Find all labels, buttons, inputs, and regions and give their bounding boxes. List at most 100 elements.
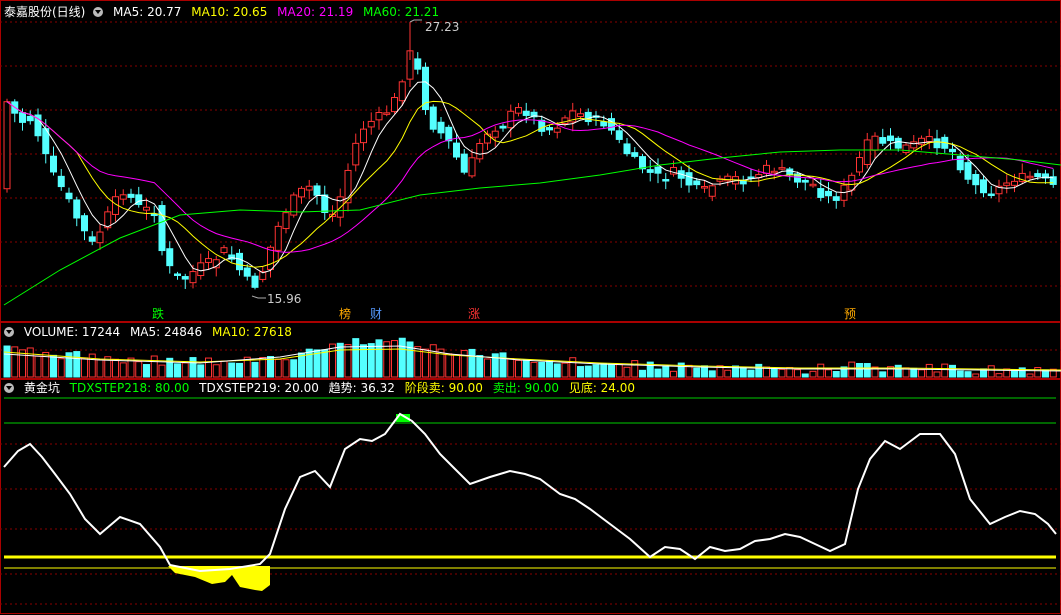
volume-bar: [987, 365, 995, 378]
volume-bar: [949, 364, 956, 378]
candle-body: [832, 196, 840, 201]
volume-bar: [670, 370, 677, 378]
volume-bar: [81, 357, 88, 378]
volume-bar: [251, 361, 259, 378]
volume-bar: [398, 337, 406, 378]
candle-body: [96, 231, 104, 244]
candle-body: [360, 128, 367, 144]
candlestick-chart[interactable]: [0, 0, 1061, 322]
indicator-panel[interactable]: 黄金坑 TDXSTEP218: 80.00 TDXSTEP219: 20.00 …: [0, 379, 1061, 615]
kline-panel[interactable]: 泰嘉股份(日线) MA5: 20.77 MA10: 20.65 MA20: 21…: [0, 0, 1061, 322]
candle-body: [476, 142, 484, 160]
volume-bar: [336, 342, 344, 378]
candle-body: [251, 275, 259, 288]
candle-body: [933, 138, 941, 149]
indicator-name: 黄金坑: [23, 381, 60, 395]
volume-bar: [158, 364, 166, 378]
candle-body: [398, 81, 406, 102]
candle-body: [708, 185, 716, 197]
volume-bar: [290, 359, 298, 378]
candle-body: [26, 115, 34, 122]
chevron-down-icon[interactable]: [4, 327, 14, 337]
volume-bar: [484, 358, 491, 378]
volume-bar: [429, 344, 437, 378]
volume-bar: [918, 369, 925, 378]
ma10-label: MA10: 20.65: [191, 5, 268, 19]
candle-body: [825, 190, 832, 197]
candle-body: [305, 185, 313, 191]
candle-body: [189, 271, 197, 284]
candle-body: [863, 139, 871, 165]
volume-bar: [205, 357, 212, 378]
candle-body: [88, 236, 96, 242]
candle-body: [236, 252, 243, 271]
candle-body: [894, 137, 902, 149]
volume-bar: [639, 369, 646, 378]
volume-panel[interactable]: VOLUME: 17244 MA5: 24846 MA10: 27618: [0, 322, 1061, 379]
volume-bar: [282, 359, 290, 378]
indicator-chart[interactable]: [0, 379, 1061, 615]
candle-body: [383, 112, 391, 115]
candle-body: [956, 155, 964, 171]
chevron-down-icon[interactable]: [4, 383, 14, 393]
candle-body: [73, 199, 81, 219]
candle-body: [662, 179, 670, 182]
candle-body: [143, 206, 150, 211]
volume-bar: [615, 363, 623, 378]
candle-body: [693, 180, 701, 186]
volume-bar: [50, 354, 57, 378]
candle-body: [639, 156, 646, 170]
candle-body: [166, 248, 174, 267]
volume-bar: [623, 366, 631, 378]
volume-bar: [794, 369, 801, 378]
volume-bar: [933, 371, 941, 378]
sell-label: 卖出: 90.00: [492, 381, 559, 395]
candle-body: [313, 185, 321, 196]
candle-body: [220, 247, 228, 254]
candle-body: [615, 130, 623, 140]
candle-body: [50, 155, 57, 173]
tdxstep219-label: TDXSTEP219: 20.00: [199, 381, 319, 395]
volume-bar: [1011, 369, 1018, 378]
candle-body: [445, 126, 453, 142]
volume-bar: [708, 370, 716, 378]
volume-bar: [143, 364, 150, 378]
candle-body: [499, 125, 507, 129]
candle-body: [197, 262, 205, 277]
volume-bar: [499, 352, 507, 378]
volume-bar: [73, 351, 81, 378]
volume-bar: [305, 348, 313, 378]
chevron-down-icon[interactable]: [93, 7, 104, 17]
candle-body: [321, 194, 329, 213]
signal-die: 跌: [152, 307, 165, 321]
volume-bar: [88, 353, 96, 378]
volume-bar: [220, 360, 228, 378]
volume-bar: [546, 360, 553, 378]
kline-header: 泰嘉股份(日线) MA5: 20.77 MA10: 20.65 MA20: 21…: [0, 3, 445, 21]
candle-body: [414, 58, 422, 70]
candle-body: [631, 152, 639, 157]
volume-bar: [135, 361, 143, 378]
volume-bar: [925, 363, 933, 378]
volume-bar: [298, 352, 305, 378]
volume-bar: [863, 363, 871, 378]
signal-bang: 榜: [339, 307, 352, 321]
volume-bar: [817, 363, 825, 378]
volume-bar: [770, 368, 778, 378]
candle-body: [1026, 175, 1034, 179]
candle-body: [460, 153, 468, 173]
volume-bar: [631, 360, 639, 378]
volume-bar: [778, 368, 786, 378]
volume-bar: [96, 359, 104, 378]
candle-body: [654, 166, 662, 174]
volume-bar: [972, 373, 980, 378]
candle-body: [507, 110, 515, 129]
volume-bar: [561, 362, 569, 378]
volume-bar: [352, 338, 360, 378]
candle-body: [701, 186, 708, 189]
trend-label: 趋势: 36.32: [328, 381, 395, 395]
candle-body: [848, 174, 856, 191]
volume-bar: [693, 367, 701, 378]
volume-bar: [189, 357, 197, 378]
ma5-label: MA5: 20.77: [113, 5, 182, 19]
